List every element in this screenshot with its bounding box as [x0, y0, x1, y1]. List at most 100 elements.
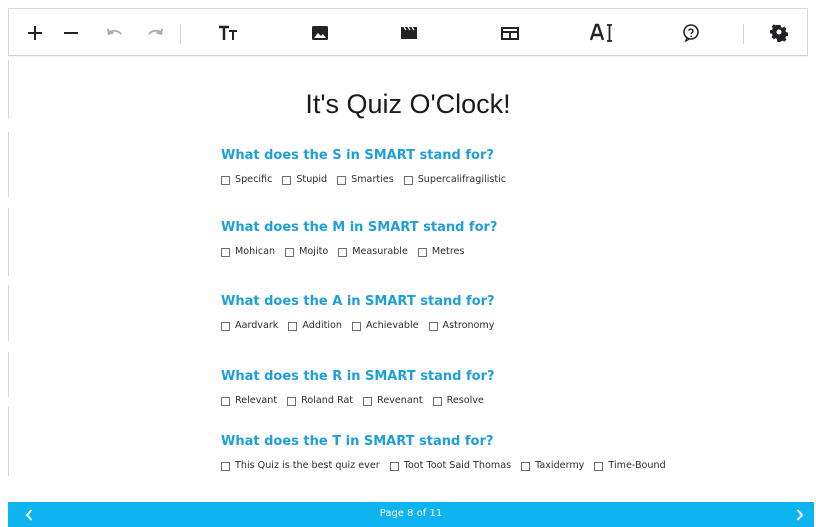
- answer-option[interactable]: Taxidermy: [521, 460, 584, 472]
- margin-guide-line: [8, 208, 9, 276]
- video-icon[interactable]: [395, 19, 423, 47]
- checkbox[interactable]: [363, 396, 373, 406]
- undo-icon[interactable]: [101, 19, 129, 47]
- answer-label: Mojito: [299, 246, 329, 257]
- image-icon[interactable]: [306, 19, 334, 47]
- page-indicator: Page 8 of 11: [379, 508, 443, 519]
- checkbox[interactable]: [221, 247, 230, 257]
- checkbox[interactable]: [221, 396, 230, 406]
- checkbox[interactable]: [287, 396, 297, 406]
- checkbox[interactable]: [428, 321, 438, 331]
- answer-label: Taxidermy: [535, 460, 585, 471]
- answer-options: This Quiz is the best quiz ever Toot Too…: [221, 460, 691, 472]
- answer-option[interactable]: Astronomy: [428, 320, 495, 332]
- answer-options: Aardvark Addition Achievable Astronomy: [221, 320, 691, 332]
- checkbox[interactable]: [521, 461, 531, 471]
- answer-option[interactable]: Mojito: [285, 246, 328, 258]
- settings-icon[interactable]: [765, 19, 793, 47]
- question-block-s: What does the S in SMART stand for? Spec…: [221, 148, 691, 186]
- answer-label: Specific: [235, 174, 273, 185]
- answer-options: Relevant Roland Rat Revenant Resolve: [221, 395, 691, 407]
- checkbox[interactable]: [594, 461, 604, 471]
- zoom-out-icon[interactable]: [57, 19, 85, 47]
- checkbox[interactable]: [432, 396, 442, 406]
- answer-label: Relevant: [235, 395, 278, 406]
- answer-label: Revenant: [377, 395, 423, 406]
- question-block-m: What does the M in SMART stand for? Mohi…: [221, 220, 691, 258]
- zoom-in-icon[interactable]: [21, 19, 49, 47]
- answer-option[interactable]: This Quiz is the best quiz ever: [221, 460, 380, 472]
- question-block-r: What does the R in SMART stand for? Rele…: [221, 369, 691, 407]
- answer-option[interactable]: Addition: [288, 320, 342, 332]
- answer-option[interactable]: Measurable: [338, 246, 408, 258]
- question-title: What does the S in SMART stand for?: [221, 148, 494, 163]
- answer-option[interactable]: Time-Bound: [594, 460, 666, 472]
- question-block-a: What does the A in SMART stand for? Aard…: [221, 294, 691, 332]
- checkbox[interactable]: [403, 175, 413, 185]
- layout-icon[interactable]: [496, 19, 524, 47]
- left-margin-guides: [0, 0, 12, 500]
- answer-options: Specific Stupid Smarties Supercalifragil…: [221, 174, 691, 186]
- answer-option[interactable]: Toot Toot Said Thomas: [389, 460, 512, 472]
- answer-label: Supercalifragilistic: [417, 174, 507, 185]
- question-title: What does the M in SMART stand for?: [221, 220, 498, 235]
- checkbox[interactable]: [288, 321, 298, 331]
- answer-option[interactable]: Supercalifragilistic: [403, 174, 507, 186]
- page-title: It's Quiz O'Clock!: [305, 89, 511, 119]
- page-navigation-bar: Page 8 of 11: [8, 502, 814, 527]
- answer-option[interactable]: Aardvark: [221, 320, 278, 332]
- answer-label: Resolve: [446, 395, 484, 406]
- toolbar-divider: [180, 24, 181, 44]
- answer-option[interactable]: Achievable: [352, 320, 419, 332]
- margin-guide-line: [8, 407, 9, 476]
- help-icon[interactable]: [677, 19, 705, 47]
- margin-guide-line: [8, 132, 9, 197]
- checkbox[interactable]: [337, 175, 347, 185]
- answer-option[interactable]: Relevant: [221, 395, 277, 407]
- answer-label: Smarties: [351, 174, 394, 185]
- checkbox[interactable]: [417, 247, 427, 257]
- answer-option[interactable]: Resolve: [432, 395, 484, 407]
- answer-label: Aardvark: [235, 320, 279, 331]
- margin-guide-line: [8, 285, 9, 341]
- answer-label: Mohican: [235, 246, 276, 257]
- answer-label: Stupid: [296, 174, 328, 185]
- margin-guide-line: [8, 352, 9, 397]
- answer-label: Achievable: [366, 320, 419, 331]
- answer-option[interactable]: Revenant: [363, 395, 423, 407]
- checkbox[interactable]: [282, 175, 292, 185]
- answer-label: Toot Toot Said Thomas: [403, 460, 512, 471]
- checkbox[interactable]: [221, 321, 230, 331]
- text-size-icon[interactable]: [214, 19, 242, 47]
- answer-option[interactable]: Roland Rat: [287, 395, 353, 407]
- checkbox[interactable]: [285, 247, 295, 257]
- answer-label: This Quiz is the best quiz ever: [235, 460, 380, 471]
- text-cursor-icon[interactable]: [586, 19, 614, 47]
- checkbox[interactable]: [352, 321, 361, 331]
- toolbar-divider: [743, 24, 744, 44]
- answer-label: Time-Bound: [608, 460, 666, 471]
- question-title: What does the T in SMART stand for?: [221, 434, 494, 449]
- answer-option[interactable]: Specific: [221, 174, 272, 186]
- answer-label: Metres: [431, 246, 465, 257]
- question-title: What does the R in SMART stand for?: [221, 369, 495, 384]
- checkbox[interactable]: [389, 461, 399, 471]
- question-block-t: What does the T in SMART stand for? This…: [221, 434, 691, 472]
- answer-label: Roland Rat: [301, 395, 354, 406]
- answer-option[interactable]: Stupid: [282, 174, 327, 186]
- answer-option[interactable]: Smarties: [337, 174, 394, 186]
- checkbox[interactable]: [221, 175, 230, 185]
- answer-options: Mohican Mojito Measurable Metres: [221, 246, 691, 258]
- checkbox[interactable]: [338, 247, 348, 257]
- editor-toolbar: [8, 8, 808, 56]
- answer-label: Astronomy: [442, 320, 495, 331]
- answer-option[interactable]: Mohican: [221, 246, 275, 258]
- answer-label: Measurable: [352, 246, 408, 257]
- checkbox[interactable]: [221, 461, 230, 471]
- question-title: What does the A in SMART stand for?: [221, 294, 495, 309]
- redo-icon[interactable]: [141, 19, 169, 47]
- quiz-editor-page: It's Quiz O'Clock! What does the S in SM…: [0, 0, 816, 527]
- chevron-right-icon[interactable]: [792, 507, 808, 523]
- answer-label: Addition: [302, 320, 342, 331]
- answer-option[interactable]: Metres: [417, 246, 465, 258]
